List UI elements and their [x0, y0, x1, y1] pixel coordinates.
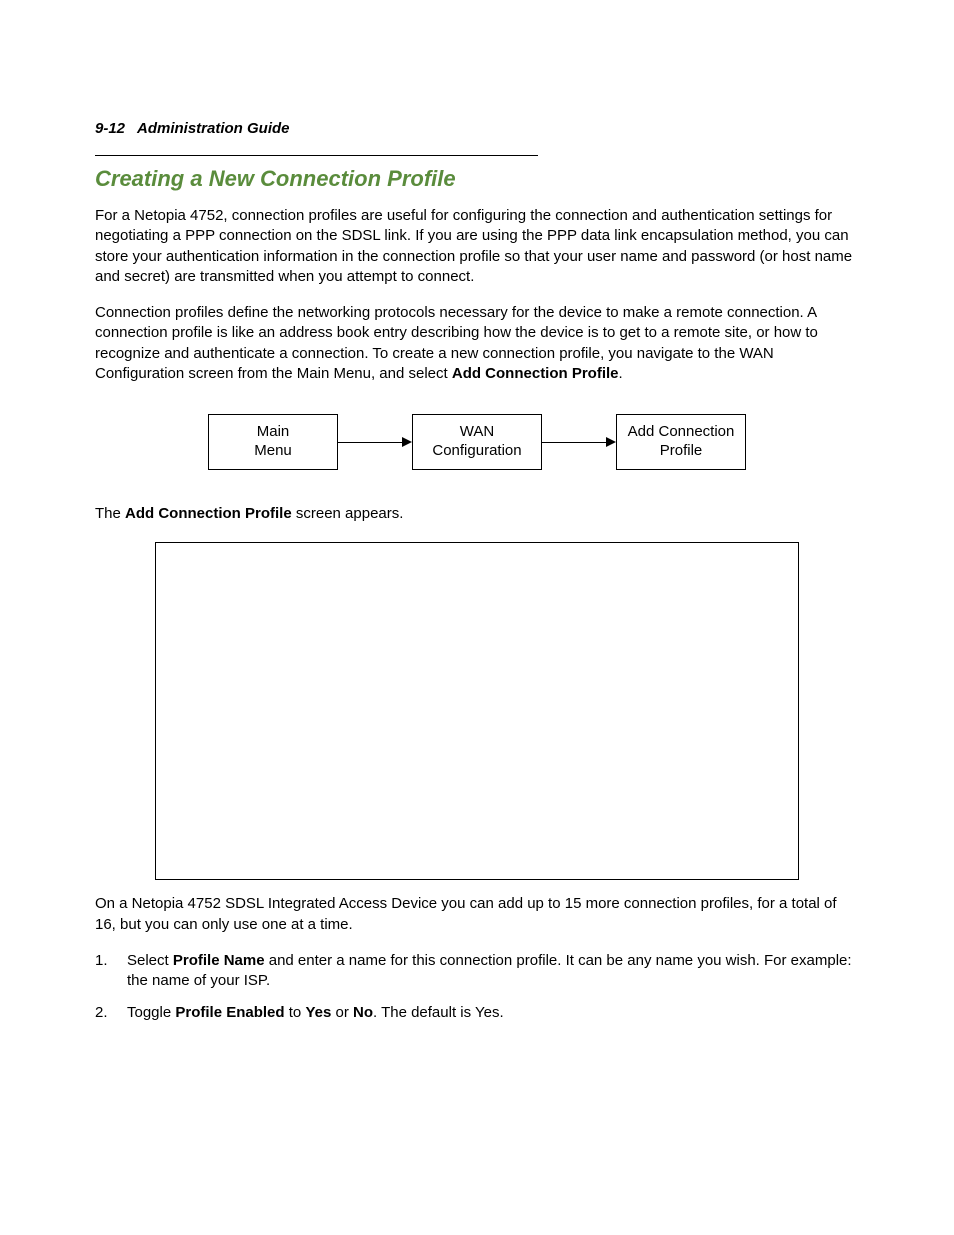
- paragraph-profiles-count: On a Netopia 4752 SDSL Integrated Access…: [95, 894, 859, 935]
- step-1: Select Profile Name and enter a name for…: [95, 951, 859, 992]
- paragraph-intro-1: For a Netopia 4752, connection profiles …: [95, 206, 859, 287]
- guide-name: Administration Guide: [137, 120, 290, 137]
- flow-box-add-connection: Add Connection Profile: [616, 414, 746, 470]
- step-2: Toggle Profile Enabled to Yes or No. The…: [95, 1003, 859, 1023]
- paragraph-screen-appears: The Add Connection Profile screen appear…: [95, 504, 859, 524]
- page-header: 9-12 Administration Guide: [95, 120, 859, 137]
- steps-list: Select Profile Name and enter a name for…: [95, 951, 859, 1024]
- screenshot-placeholder: [155, 542, 799, 880]
- section-title: Creating a New Connection Profile: [95, 155, 538, 192]
- arrow-icon: [542, 437, 616, 447]
- arrow-icon: [338, 437, 412, 447]
- paragraph-intro-2: Connection profiles define the networkin…: [95, 303, 859, 384]
- flow-box-wan-config: WAN Configuration: [412, 414, 542, 470]
- page-number: 9-12: [95, 120, 125, 137]
- flow-box-main-menu: Main Menu: [208, 414, 338, 470]
- navigation-flow-diagram: Main Menu WAN Configuration Add Connecti…: [95, 414, 859, 470]
